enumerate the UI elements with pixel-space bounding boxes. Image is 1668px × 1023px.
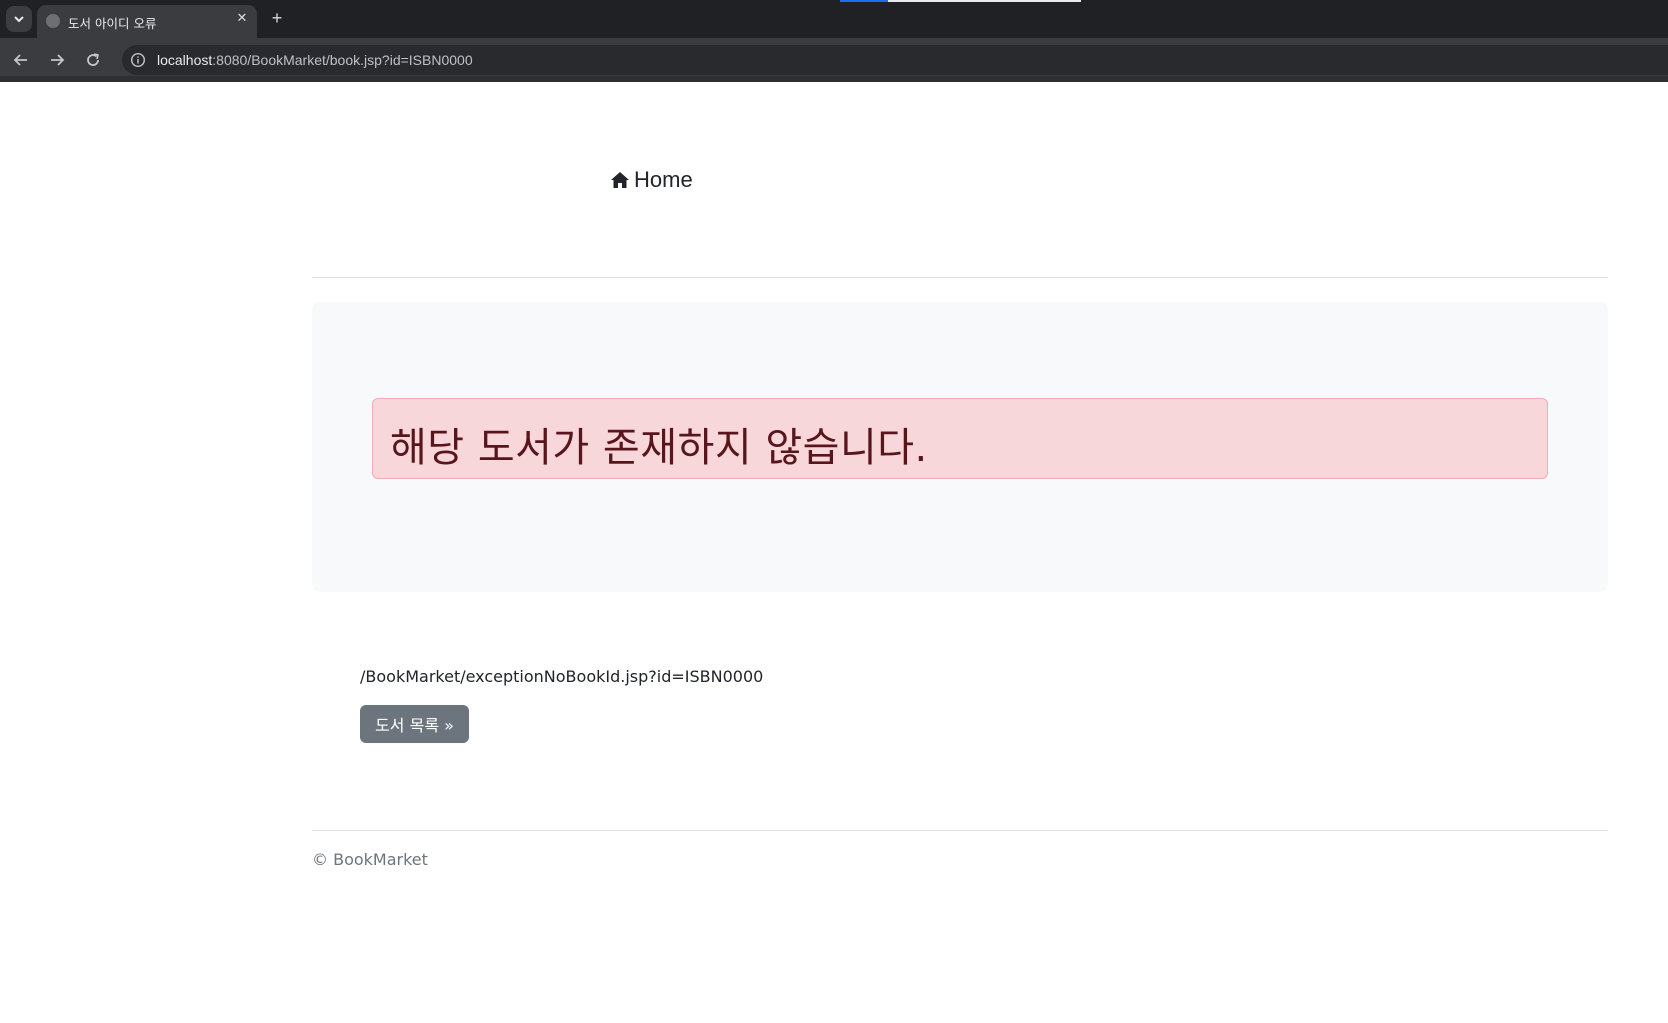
home-link[interactable]: Home (610, 167, 693, 193)
book-list-button[interactable]: 도서 목록 » (360, 705, 469, 743)
tab-search-button[interactable] (6, 6, 32, 32)
address-bar[interactable]: localhost:8080/BookMarket/book.jsp?id=IS… (122, 45, 1668, 75)
error-alert: 해당 도서가 존재하지 않습니다. (372, 398, 1548, 479)
url-host: localhost (157, 52, 213, 68)
browser-tab-active[interactable]: 도서 아이디 오류 ✕ (37, 5, 257, 38)
arrow-left-icon (13, 54, 27, 66)
globe-icon (46, 14, 60, 28)
house-icon (611, 172, 629, 188)
forward-button[interactable] (45, 48, 69, 72)
request-uri: /BookMarket/exceptionNoBookId.jsp?id=ISB… (360, 667, 764, 686)
error-message: 해당 도서가 존재하지 않습니다. (390, 425, 928, 471)
home-label: Home (634, 167, 693, 192)
footer-copyright: © BookMarket (312, 850, 428, 869)
new-tab-button[interactable]: + (266, 8, 288, 30)
back-button[interactable] (9, 48, 33, 72)
tab-title: 도서 아이디 오류 (68, 16, 157, 31)
tab-indicator (840, 0, 888, 2)
tab-indicator-track (888, 0, 1081, 2)
page-body: Home 해당 도서가 존재하지 않습니다. /BookMarket/excep… (0, 88, 1668, 1023)
reload-icon (87, 53, 99, 66)
url-text[interactable]: localhost:8080/BookMarket/book.jsp?id=IS… (157, 52, 473, 68)
jumbotron: 해당 도서가 존재하지 않습니다. (312, 302, 1608, 592)
reload-button[interactable] (81, 48, 105, 72)
chevron-down-icon (14, 16, 24, 23)
header-divider (312, 277, 1608, 278)
footer-divider (312, 830, 1608, 831)
url-path: :8080/BookMarket/book.jsp?id=ISBN0000 (212, 52, 473, 68)
browser-tabstrip: 도서 아이디 오류 ✕ + (0, 0, 1668, 38)
close-icon[interactable]: ✕ (233, 9, 251, 27)
browser-toolbar: localhost:8080/BookMarket/book.jsp?id=IS… (0, 38, 1668, 82)
arrow-right-icon (51, 54, 65, 66)
info-icon[interactable] (130, 52, 146, 68)
